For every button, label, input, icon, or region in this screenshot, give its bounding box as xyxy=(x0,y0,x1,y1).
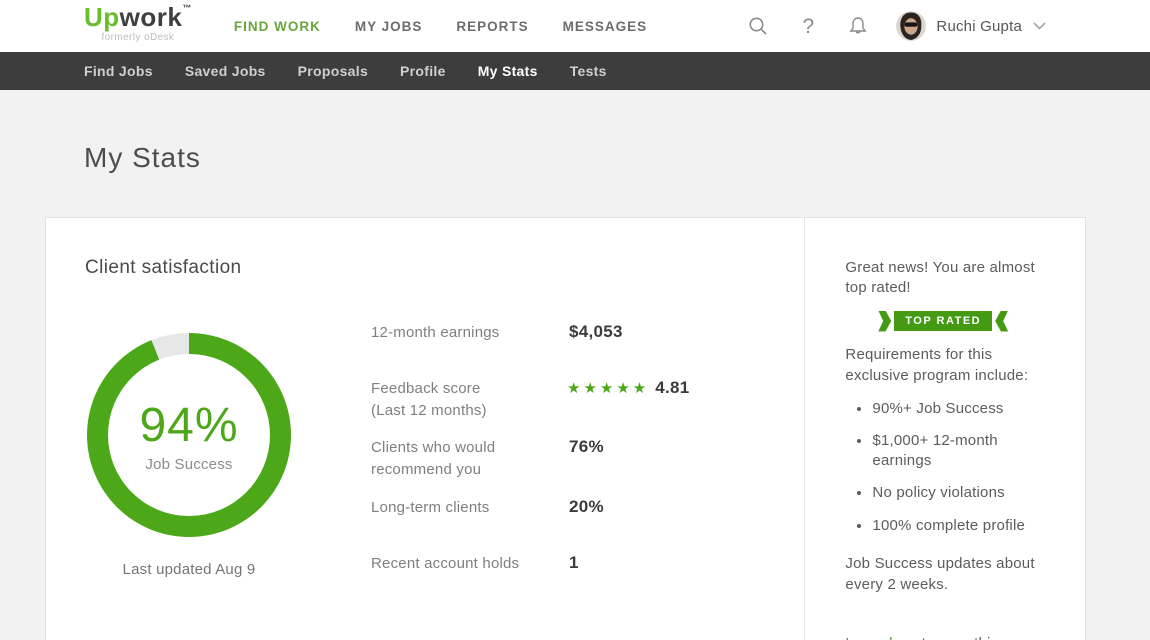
learn-how-link[interactable]: Learn how xyxy=(845,635,917,640)
requirements-list: 90%+ Job Success $1,000+ 12-month earnin… xyxy=(872,399,1041,536)
stat-row-earnings: 12-month earnings $4,053 xyxy=(371,322,690,344)
subnav-tests[interactable]: Tests xyxy=(570,63,607,79)
logo-trademark: ™ xyxy=(182,3,192,13)
stat-value: $4,053 xyxy=(569,322,623,344)
stat-value: 20% xyxy=(569,497,604,519)
freelancer-subnav: Find Jobs Saved Jobs Proposals Profile M… xyxy=(0,52,1150,90)
nav-find-work[interactable]: FIND WORK xyxy=(234,19,321,34)
job-success-percent: 94% xyxy=(139,398,238,453)
star-rating-icon: ★★★★★ xyxy=(567,380,649,397)
help-icon[interactable]: ? xyxy=(796,14,820,38)
update-note: Job Success updates about every 2 weeks. xyxy=(845,553,1041,595)
nav-reports[interactable]: REPORTS xyxy=(456,19,528,34)
page-title: My Stats xyxy=(84,142,1150,174)
top-rated-badge-label: TOP RATED xyxy=(894,311,992,331)
top-rated-sidebar: Great news! You are almost top rated! TO… xyxy=(804,218,1085,640)
logo-work-text: work xyxy=(120,2,183,32)
notifications-bell-icon[interactable] xyxy=(846,14,870,38)
subnav-find-jobs[interactable]: Find Jobs xyxy=(84,63,153,79)
search-icon[interactable] xyxy=(746,14,770,38)
stat-label: Recent account holds xyxy=(371,553,543,575)
job-success-label: Job Success xyxy=(145,456,232,473)
chevron-down-icon[interactable] xyxy=(1032,14,1046,38)
account-menu[interactable]: Ruchi Gupta xyxy=(896,11,1046,41)
upwork-logo-word: Upwork™ xyxy=(84,4,192,30)
section-heading: Client satisfaction xyxy=(85,257,804,279)
job-success-donut-block: 94% Job Success Last updated Aug 9 xyxy=(85,319,333,578)
last-updated-caption: Last updated Aug 9 xyxy=(87,561,291,578)
stats-list: 12-month earnings $4,053 Feedback score … xyxy=(371,319,690,578)
stat-label: 12-month earnings xyxy=(371,322,543,344)
requirement-item: $1,000+ 12-month earnings xyxy=(872,431,1041,472)
client-satisfaction-card: Client satisfaction 94% Job Success Last… xyxy=(45,217,1086,640)
user-avatar[interactable] xyxy=(896,11,926,41)
requirements-heading: Requirements for this exclusive program … xyxy=(845,344,1041,386)
stat-row-feedback-score: Feedback score (Last 12 months) ★★★★★ 4.8… xyxy=(371,378,690,422)
stat-label: Clients who would recommend you xyxy=(371,437,543,481)
ribbon-right-icon xyxy=(995,311,1008,332)
job-success-donut: 94% Job Success xyxy=(87,333,291,537)
header-right-group: ? Ruchi Gupta xyxy=(746,11,1046,41)
logo-up-text: Up xyxy=(84,2,120,32)
nav-messages[interactable]: MESSAGES xyxy=(563,19,648,34)
stat-value: 76% xyxy=(569,437,604,481)
subnav-my-stats[interactable]: My Stats xyxy=(478,63,538,79)
stat-value: 1 xyxy=(569,553,579,575)
subnav-saved-jobs[interactable]: Saved Jobs xyxy=(185,63,266,79)
stat-label: Long-term clients xyxy=(371,497,543,519)
subnav-proposals[interactable]: Proposals xyxy=(298,63,368,79)
requirement-item: No policy violations xyxy=(872,483,1041,503)
nav-my-jobs[interactable]: MY JOBS xyxy=(355,19,423,34)
stat-value: ★★★★★ 4.81 xyxy=(567,378,690,422)
logo-tagline: formerly oDesk xyxy=(84,32,192,43)
stat-row-recommend: Clients who would recommend you 76% xyxy=(371,437,690,481)
stat-row-long-term: Long-term clients 20% xyxy=(371,497,690,519)
top-rated-badge: TOP RATED xyxy=(845,311,1041,332)
feedback-score-number: 4.81 xyxy=(655,378,689,397)
main-nav: FIND WORK MY JOBS REPORTS MESSAGES xyxy=(234,19,647,34)
stat-label: Feedback score (Last 12 months) xyxy=(371,378,543,422)
requirement-item: 90%+ Job Success xyxy=(872,399,1041,419)
learn-how-paragraph: Learn how to earn this freelancer badge … xyxy=(845,634,1041,640)
user-name: Ruchi Gupta xyxy=(936,18,1022,35)
client-satisfaction-main: Client satisfaction 94% Job Success Last… xyxy=(46,218,804,640)
subnav-profile[interactable]: Profile xyxy=(400,63,446,79)
ribbon-left-icon xyxy=(878,311,891,332)
upwork-logo[interactable]: Upwork™ formerly oDesk xyxy=(84,4,192,43)
top-header: Upwork™ formerly oDesk FIND WORK MY JOBS… xyxy=(0,0,1150,52)
top-rated-intro: Great news! You are almost top rated! xyxy=(845,258,1041,299)
stat-row-account-holds: Recent account holds 1 xyxy=(371,553,690,575)
requirement-item: 100% complete profile xyxy=(872,516,1041,536)
